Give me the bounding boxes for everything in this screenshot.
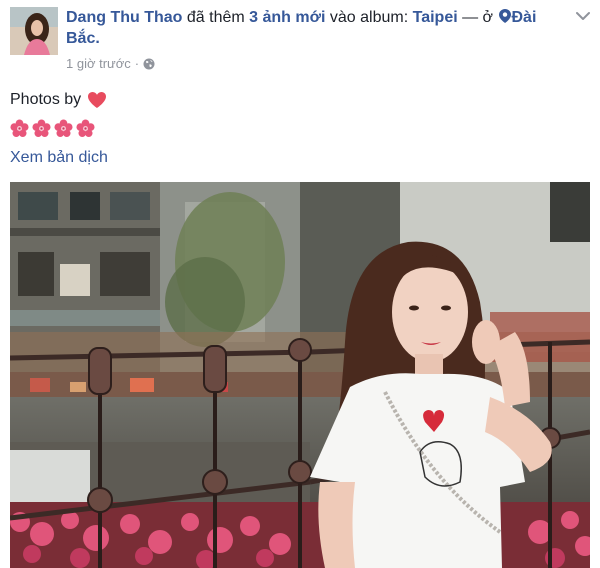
flower-emoji-row: [10, 119, 95, 138]
photo-illustration: [10, 182, 590, 568]
album-prefix-text: vào album:: [329, 9, 409, 26]
photo-count-link[interactable]: 3 ảnh mới: [249, 9, 325, 26]
album-link[interactable]: Taipei: [413, 9, 458, 26]
see-translation-link[interactable]: Xem bản dịch: [10, 149, 108, 167]
post-caption: Photos by: [10, 90, 107, 110]
author-avatar[interactable]: [10, 7, 58, 55]
author-name-link[interactable]: Dang Thu Thao: [66, 9, 182, 26]
cherry-blossom-icon: [10, 119, 29, 138]
post-photo[interactable]: [10, 182, 590, 568]
heart-icon: [88, 92, 107, 108]
location-separator: — ở: [462, 9, 494, 26]
cherry-blossom-icon: [76, 119, 95, 138]
cherry-blossom-icon: [32, 119, 51, 138]
caption-text: Photos by: [10, 91, 82, 108]
meta-separator: ·: [134, 56, 140, 71]
map-pin-icon: [498, 9, 511, 23]
action-text: đã thêm: [186, 9, 245, 26]
post-header-text: Dang Thu Thao đã thêm 3 ảnh mới vào albu…: [66, 7, 546, 49]
cherry-blossom-icon: [54, 119, 73, 138]
globe-icon[interactable]: [143, 58, 155, 70]
facebook-post: Dang Thu Thao đã thêm 3 ảnh mới vào albu…: [0, 0, 600, 568]
post-meta: 1 giờ trước ·: [66, 56, 155, 71]
chevron-down-icon[interactable]: [576, 11, 590, 21]
timestamp-link[interactable]: 1 giờ trước: [66, 56, 131, 71]
post-header: Dang Thu Thao đã thêm 3 ảnh mới vào albu…: [10, 7, 590, 77]
